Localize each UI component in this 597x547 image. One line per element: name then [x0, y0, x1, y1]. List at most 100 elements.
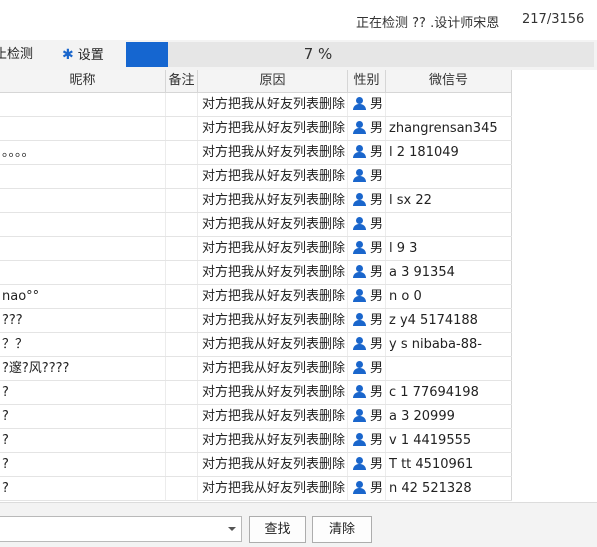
table-row[interactable]: ? 对方把我从好友列表删除 男 T tt 4510961 [0, 453, 512, 477]
gender-label: 男 [370, 361, 384, 376]
reason-cell: 对方把我从好友列表删除 [198, 93, 348, 116]
table-row[interactable]: 对方把我从好友列表删除 男 [0, 165, 512, 189]
gender-label: 男 [370, 121, 384, 136]
column-header-gender[interactable]: 性别 [348, 70, 386, 92]
nickname-cell [0, 93, 166, 116]
user-icon [353, 145, 366, 158]
gender-label: 男 [370, 241, 384, 256]
gender-label: 男 [370, 145, 384, 160]
gender-label: 男 [370, 409, 384, 424]
stop-detection-button[interactable]: 止检测 [0, 45, 33, 65]
nickname-cell [0, 261, 166, 284]
chevron-down-icon[interactable] [228, 527, 236, 531]
gender-cell: 男 [348, 189, 386, 212]
table-row[interactable]: 对方把我从好友列表删除 男 a 3 91354 [0, 261, 512, 285]
gender-label: 男 [370, 97, 384, 112]
table-row[interactable]: 对方把我从好友列表删除 男 zhangrensan345 [0, 117, 512, 141]
settings-button[interactable]: ✱ 设置 [62, 45, 104, 65]
user-icon [353, 481, 366, 494]
note-cell [166, 405, 198, 428]
wechat-id-cell [386, 357, 512, 380]
nickname-cell: 。。。。 [0, 141, 166, 164]
table-header: 昵称 备注 原因 性别 微信号 [0, 70, 512, 93]
wechat-id-cell [386, 165, 512, 188]
nickname-cell: ? [0, 453, 166, 476]
table-row[interactable]: ?邃?风???? 对方把我从好友列表删除 男 [0, 357, 512, 381]
reason-cell: 对方把我从好友列表删除 [198, 237, 348, 260]
gender-cell: 男 [348, 381, 386, 404]
gender-cell: 男 [348, 477, 386, 500]
friend-table: 昵称 备注 原因 性别 微信号 对方把我从好友列表删除男对方把我从好友列表删除男… [0, 70, 597, 502]
gender-label: 男 [370, 433, 384, 448]
column-header-nickname[interactable]: 昵称 [0, 70, 166, 92]
user-icon [353, 409, 366, 422]
title-bar: 正在检测 ?? .设计师宋恩 217/3156 [0, 0, 597, 40]
wechat-id-cell: l sx 22 [386, 189, 512, 212]
column-header-reason[interactable]: 原因 [198, 70, 348, 92]
nickname-cell: ?邃?风???? [0, 357, 166, 380]
gender-cell: 男 [348, 357, 386, 380]
table-row[interactable]: ??? 对方把我从好友列表删除 男 z y4 5174188 [0, 309, 512, 333]
wechat-id-cell: l 2 181049 [386, 141, 512, 164]
note-cell [166, 381, 198, 404]
table-row[interactable]: nao°° 对方把我从好友列表删除 男 n o 0 [0, 285, 512, 309]
wechat-id-cell: a 3 20999 [386, 405, 512, 428]
note-cell [166, 261, 198, 284]
progress-label: 7 % [303, 45, 333, 63]
reason-cell: 对方把我从好友列表删除 [198, 429, 348, 452]
detection-count: 217/3156 [522, 12, 585, 27]
table-row[interactable]: ? 对方把我从好友列表删除 男 a 3 20999 [0, 405, 512, 429]
column-header-wechat[interactable]: 微信号 [386, 70, 512, 92]
note-cell [166, 309, 198, 332]
nickname-cell: ? [0, 405, 166, 428]
reason-cell: 对方把我从好友列表删除 [198, 189, 348, 212]
wechat-id-cell: n 42 521328 [386, 477, 512, 500]
gender-label: 男 [370, 169, 384, 184]
table-row[interactable]: ? 对方把我从好友列表删除 男 c 1 77694198 [0, 381, 512, 405]
gender-cell: 男 [348, 237, 386, 260]
reason-cell: 对方把我从好友列表删除 [198, 333, 348, 356]
detection-status: 正在检测 ?? .设计师宋恩 [356, 16, 500, 31]
gender-label: 男 [370, 313, 384, 328]
table-row[interactable]: ？？ 对方把我从好友列表删除 男 y s nibaba-88- [0, 333, 512, 357]
note-cell [166, 165, 198, 188]
table-row[interactable]: ? 对方把我从好友列表删除 男 n 42 521328 [0, 477, 512, 501]
table-row[interactable]: ? 对方把我从好友列表删除 男 v 1 4419555 [0, 429, 512, 453]
nickname-cell: ? [0, 477, 166, 500]
gender-label: 男 [370, 385, 384, 400]
reason-cell: 对方把我从好友列表删除 [198, 357, 348, 380]
table-row[interactable]: 对方把我从好友列表删除 男 [0, 213, 512, 237]
gender-cell: 男 [348, 93, 386, 116]
note-cell [166, 357, 198, 380]
gender-cell: 男 [348, 429, 386, 452]
wechat-id-cell: y s nibaba-88- [386, 333, 512, 356]
gender-label: 男 [370, 481, 384, 496]
find-button[interactable]: 查找 [249, 516, 306, 543]
gender-cell: 男 [348, 405, 386, 428]
clear-button[interactable]: 清除 [312, 516, 372, 543]
table-row[interactable]: 对方把我从好友列表删除 男 l sx 22 [0, 189, 512, 213]
user-icon [353, 241, 366, 254]
reason-cell: 对方把我从好友列表删除 [198, 261, 348, 284]
nickname-cell [0, 213, 166, 236]
reason-cell: 对方把我从好友列表删除 [198, 285, 348, 308]
nickname-cell: ？？ [0, 333, 166, 356]
nickname-cell [0, 117, 166, 140]
user-icon [353, 265, 366, 278]
search-combobox[interactable] [0, 516, 242, 542]
gender-cell: 男 [348, 261, 386, 284]
column-header-note[interactable]: 备注 [166, 70, 198, 92]
reason-cell: 对方把我从好友列表删除 [198, 117, 348, 140]
user-icon [353, 313, 366, 326]
table-row[interactable]: 。。。。 对方把我从好友列表删除 男 l 2 181049 [0, 141, 512, 165]
gender-cell: 男 [348, 333, 386, 356]
user-icon [353, 217, 366, 230]
gender-cell: 男 [348, 117, 386, 140]
table-row[interactable]: 对方把我从好友列表删除 男 [0, 93, 512, 117]
table-row[interactable]: 对方把我从好友列表删除 男 l 9 3 [0, 237, 512, 261]
wechat-id-cell: T tt 4510961 [386, 453, 512, 476]
nickname-cell [0, 189, 166, 212]
reason-cell: 对方把我从好友列表删除 [198, 213, 348, 236]
wechat-id-cell [386, 213, 512, 236]
reason-cell: 对方把我从好友列表删除 [198, 453, 348, 476]
